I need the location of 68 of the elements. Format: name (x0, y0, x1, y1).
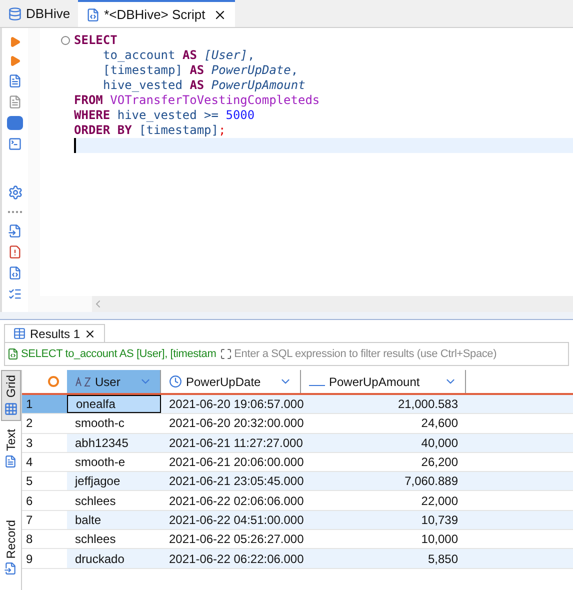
table-cell-text: balte (74, 512, 102, 529)
table-cell-text: 2021-06-21 23:05:45.000 (168, 473, 301, 490)
view-tab[interactable]: Grid (0, 370, 20, 421)
table-cell-text: 7,060.889 (404, 473, 459, 490)
code-line: SELECT (74, 33, 118, 48)
outline-icon[interactable] (8, 287, 22, 301)
file-variable-icon[interactable] (8, 266, 22, 280)
code-line: to_account AS [User], (102, 48, 256, 63)
database-icon (8, 6, 22, 20)
table-icon (13, 327, 26, 340)
file-import-icon[interactable] (8, 224, 22, 238)
sort-type-icon (75, 376, 91, 386)
table-cell-text: 2021-06-20 19:06:57.000 (168, 396, 301, 414)
clock-icon (169, 375, 182, 388)
table-cell-text: 2021-06-22 04:51:00.000 (168, 512, 301, 529)
code-line: ORDER BY [timestamp]; (74, 123, 227, 138)
row-number[interactable]: 9 (22, 549, 67, 568)
table-cell-text: smooth-e (74, 454, 126, 472)
record-icon (4, 562, 17, 576)
code-line: WHERE hive_vested >= 5000 (74, 108, 256, 123)
row-number[interactable]: 3 (22, 434, 67, 452)
table-cell-text: 2021-06-21 11:27:27.000 (168, 434, 301, 452)
row-number[interactable]: 1 (22, 395, 67, 414)
table-cell-text: druckado (74, 550, 126, 568)
table-cell-text: schlees (74, 492, 117, 510)
table-cell-text: 2021-06-22 05:26:27.000 (168, 531, 301, 548)
row-number[interactable]: 5 (22, 472, 67, 490)
table-cell-text: jeffjagoe (74, 473, 122, 490)
results-tab[interactable]: Results 1 (4, 324, 106, 342)
table-cell-text: 22,000 (420, 492, 459, 510)
table-cell-text: smooth-c (74, 415, 126, 432)
table-cell-text: 21,000.583 (396, 396, 459, 414)
row-number[interactable]: 7 (22, 510, 67, 530)
document-icon[interactable] (8, 95, 22, 109)
horizontal-scrollbar[interactable] (92, 296, 573, 312)
code-line: FROM VOTransferToVestingCompleteds (74, 93, 321, 108)
view-tab[interactable]: Text (0, 424, 20, 472)
row-marker-icon (48, 376, 59, 387)
collapse-icon[interactable] (61, 36, 70, 45)
terminal-icon[interactable] (8, 137, 22, 151)
table-cell-text: 40,000 (420, 434, 459, 452)
table-cell-text: 2021-06-22 02:06:06.000 (168, 492, 301, 510)
table-cell-text: 10,000 (420, 531, 459, 548)
script-run-icon[interactable] (8, 74, 22, 88)
table-cell-text: abh12345 (74, 434, 130, 452)
code-line: [timestamp] AS PowerUpDate, (102, 63, 300, 78)
close-icon[interactable] (84, 328, 96, 340)
table-cell-text: schlees (74, 531, 117, 548)
view-tab[interactable]: Record (0, 516, 20, 580)
file-warning-icon[interactable] (8, 245, 22, 259)
table-cell-text: 2021-06-21 20:06:00.000 (168, 454, 301, 472)
run-plus-icon[interactable] (9, 55, 21, 67)
table-cell: onealfa (67, 395, 161, 414)
table-cell-text: 2021-06-22 06:22:06.000 (168, 550, 301, 568)
table-cell-text: 26,200 (420, 454, 459, 472)
editor-tab[interactable]: *<DBHive> Script (78, 0, 236, 27)
run-icon[interactable] (9, 36, 21, 48)
column-header[interactable]: User (67, 370, 161, 393)
table-cell-text: 2021-06-20 20:32:00.000 (168, 415, 301, 432)
grid-icon (4, 402, 18, 416)
text-icon (4, 454, 17, 468)
code-line: hive_vested AS PowerUpAmount (102, 78, 306, 93)
settings-icon[interactable] (8, 185, 22, 200)
script-icon (86, 8, 100, 22)
table-cell-text: 5,850 (426, 550, 459, 568)
table-cell-text: 10,739 (420, 512, 459, 529)
table-cell-text: 24,600 (420, 415, 459, 432)
editor-tab[interactable]: DBHive (0, 0, 78, 27)
